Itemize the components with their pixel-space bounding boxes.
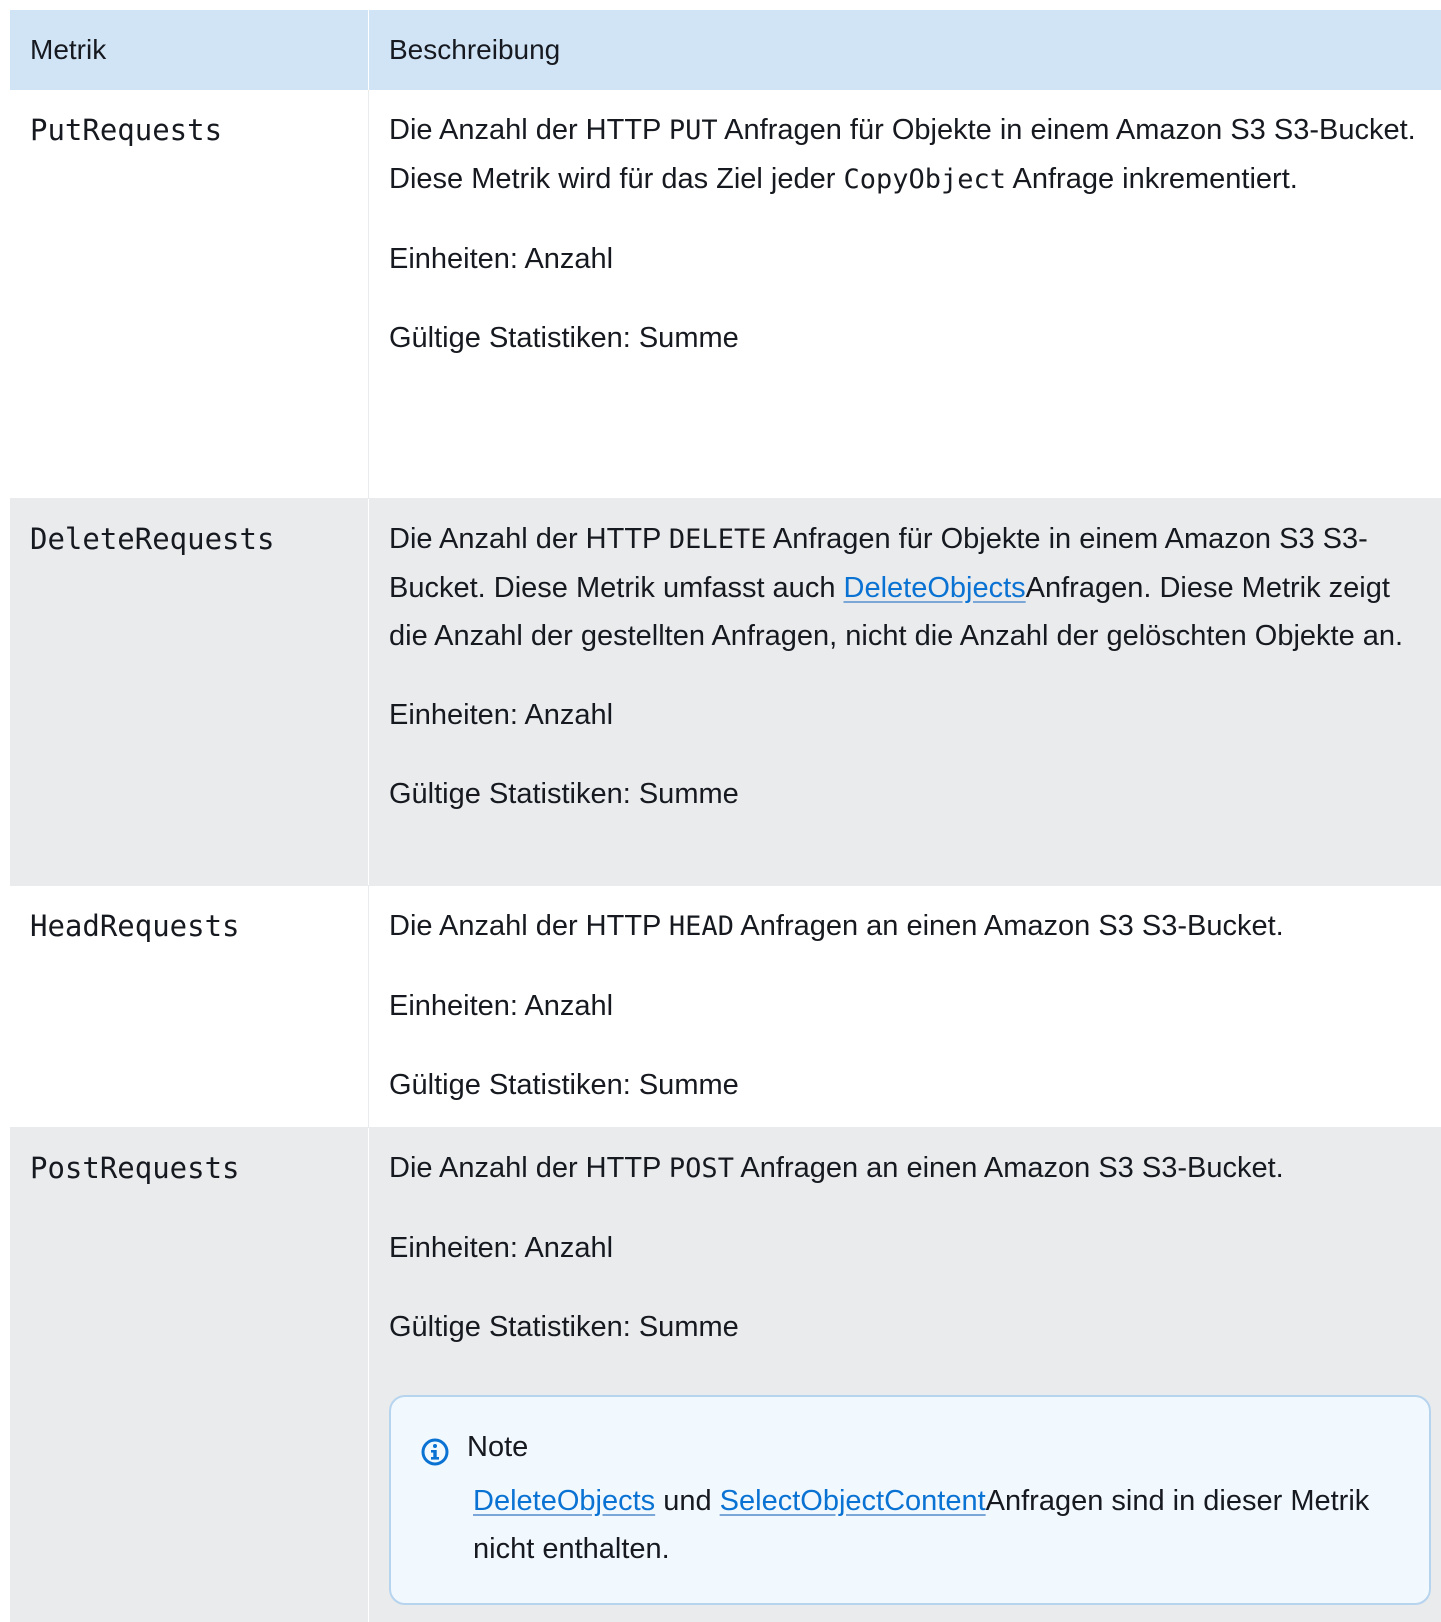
metric-cell: HeadRequests: [10, 886, 369, 1127]
code-put: PUT: [668, 115, 718, 146]
metric-name: PutRequests: [30, 113, 223, 147]
description-cell: Die Anzahl der HTTP POST Anfragen an ein…: [369, 1128, 1441, 1622]
table-row: PutRequests Die Anzahl der HTTP PUT Anfr…: [10, 90, 1441, 499]
table-row: PostRequests Die Anzahl der HTTP POST An…: [10, 1128, 1441, 1622]
note-title: Note: [467, 1431, 529, 1463]
info-icon: [421, 1433, 449, 1466]
description-text: Die Anzahl der HTTP HEAD Anfragen an ein…: [389, 910, 1284, 942]
metric-name: HeadRequests: [30, 909, 240, 943]
description-text: Die Anzahl der HTTP POST Anfragen an ein…: [389, 1152, 1284, 1184]
metric-name: PostRequests: [30, 1151, 240, 1185]
description-cell: Die Anzahl der HTTP HEAD Anfragen an ein…: [369, 886, 1441, 1127]
deleteobjects-link[interactable]: DeleteObjects: [844, 572, 1026, 604]
units-text: Einheiten: Anzahl: [389, 990, 614, 1022]
description-text: Die Anzahl der HTTP DELETE Anfragen für …: [389, 523, 1404, 652]
header-description: Beschreibung: [389, 34, 561, 65]
table-header: Metrik Beschreibung: [10, 10, 1441, 90]
description-cell: Die Anzahl der HTTP DELETE Anfragen für …: [369, 499, 1441, 885]
metric-cell: DeleteRequests: [10, 499, 369, 885]
code-head: HEAD: [668, 911, 734, 942]
metric-cell: PutRequests: [10, 90, 369, 498]
code-post: POST: [668, 1153, 734, 1184]
stats-text: Gültige Statistiken: Summe: [389, 1069, 739, 1101]
metric-name: DeleteRequests: [30, 522, 275, 556]
code-copyobject: CopyObject: [843, 164, 1007, 195]
metric-cell: PostRequests: [10, 1128, 369, 1622]
note-header: Note: [421, 1423, 1399, 1471]
units-text: Einheiten: Anzahl: [389, 699, 614, 731]
description-text: Die Anzahl der HTTP PUT Anfragen für Obj…: [389, 114, 1416, 195]
stats-text: Gültige Statistiken: Summe: [389, 322, 739, 354]
units-text: Einheiten: Anzahl: [389, 1232, 614, 1264]
description-cell: Die Anzahl der HTTP PUT Anfragen für Obj…: [369, 90, 1441, 498]
note-body: DeleteObjects und SelectObjectContentAnf…: [473, 1485, 1370, 1565]
selectobjectcontent-link[interactable]: SelectObjectContent: [720, 1485, 986, 1517]
table-row: HeadRequests Die Anzahl der HTTP HEAD An…: [10, 886, 1441, 1128]
header-metric: Metrik: [10, 10, 369, 90]
code-delete: DELETE: [668, 524, 767, 555]
table-row: DeleteRequests Die Anzahl der HTTP DELET…: [10, 499, 1441, 886]
units-text: Einheiten: Anzahl: [389, 243, 614, 275]
metrics-table: Metrik Beschreibung PutRequests Die Anza…: [10, 10, 1441, 1622]
deleteobjects-link[interactable]: DeleteObjects: [473, 1485, 655, 1517]
stats-text: Gültige Statistiken: Summe: [389, 778, 739, 810]
stats-text: Gültige Statistiken: Summe: [389, 1311, 739, 1343]
note-box: Note DeleteObjects und SelectObjectConte…: [389, 1395, 1431, 1605]
